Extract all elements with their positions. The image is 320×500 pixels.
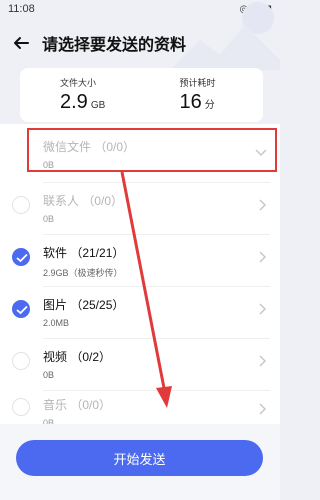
apps-checkbox[interactable] <box>12 248 30 266</box>
check-icon <box>16 305 28 315</box>
list-item-contacts[interactable]: 联系人 （0/0） 0B <box>0 186 280 238</box>
item-size: 0B <box>43 214 55 224</box>
file-size-block: 文件大小 2.9 GB <box>20 76 144 114</box>
item-size: 2.9GB（极速秒传） <box>43 268 123 278</box>
file-size-label: 文件大小 <box>60 78 97 88</box>
chevron-right-icon[interactable] <box>258 402 268 416</box>
item-title: 软件 （21/21） <box>43 246 125 260</box>
chevron-right-icon[interactable] <box>258 250 268 264</box>
header: 请选择要发送的资料 <box>0 28 280 58</box>
list-item-music[interactable]: 音乐 （0/0） 0B <box>0 390 280 424</box>
list-item-videos[interactable]: 视频 （0/2） 0B <box>0 342 280 394</box>
eta-value: 16 <box>179 91 202 113</box>
file-size-unit: GB <box>90 100 106 111</box>
back-arrow-icon[interactable] <box>12 34 30 52</box>
item-title: 联系人 （0/0） <box>43 194 124 208</box>
photos-checkbox[interactable] <box>12 300 30 318</box>
file-size-value: 2.9 <box>60 91 88 113</box>
item-title: 视频 （0/2） <box>43 350 112 364</box>
item-title: 音乐 （0/0） <box>43 398 112 412</box>
contacts-checkbox[interactable] <box>12 196 30 214</box>
item-title: 图片 （25/25） <box>43 298 125 312</box>
divider <box>43 182 270 183</box>
annotation-highlight-box <box>27 128 277 172</box>
list-item-apps[interactable]: 软件 （21/21） 2.9GB（极速秒传） <box>0 238 280 290</box>
eta-block: 预计耗时 16 分 <box>144 76 264 114</box>
divider <box>43 338 270 339</box>
start-send-button[interactable]: 开始发送 <box>16 440 263 476</box>
chevron-right-icon[interactable] <box>258 302 268 316</box>
chevron-right-icon[interactable] <box>258 354 268 368</box>
chevron-right-icon[interactable] <box>258 198 268 212</box>
item-size: 0B <box>43 370 55 380</box>
eta-label: 预计耗时 <box>179 78 216 88</box>
eta-unit: 分 <box>204 100 215 111</box>
music-checkbox[interactable] <box>12 398 30 416</box>
status-time: 11:08 <box>8 3 35 15</box>
item-size: 2.0MB <box>43 318 70 328</box>
divider <box>43 286 270 287</box>
divider <box>43 234 270 235</box>
summary-card: 文件大小 2.9 GB 预计耗时 16 分 <box>20 68 263 122</box>
check-icon <box>16 253 28 263</box>
list-item-photos[interactable]: 图片 （25/25） 2.0MB <box>0 290 280 342</box>
page-title: 请选择要发送的资料 <box>42 37 187 54</box>
videos-checkbox[interactable] <box>12 352 30 370</box>
